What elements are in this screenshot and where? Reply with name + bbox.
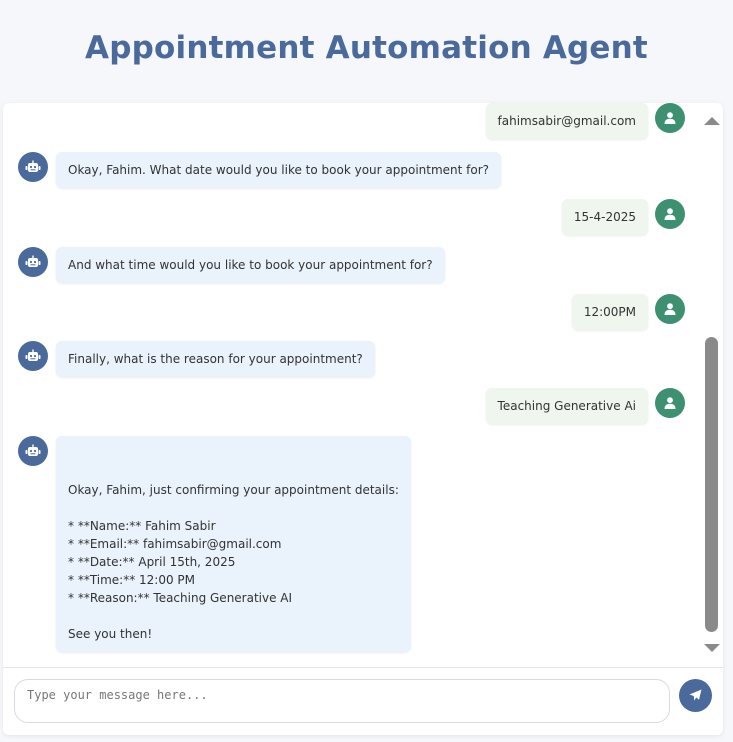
user-message-bubble: fahimsabir@gmail.com [485, 103, 648, 139]
bot-message: And what time would you like to book you… [18, 247, 445, 283]
bot-message: Finally, what is the reason for your app… [18, 341, 375, 377]
bot-message-bubble: Okay, Fahim. What date would you like to… [56, 152, 502, 188]
user-icon [664, 208, 676, 220]
user-message-bubble: 12:00PM [571, 294, 648, 330]
user-icon [664, 112, 676, 124]
bot-message-bubble: Finally, what is the reason for your app… [56, 341, 375, 377]
robot-icon [25, 160, 41, 172]
user-icon [664, 397, 676, 409]
bot-avatar [18, 436, 48, 466]
send-button[interactable] [679, 679, 712, 712]
bot-avatar [18, 341, 48, 371]
bot-message-bubble: Okay, Fahim, just confirming your appoin… [56, 436, 411, 652]
bot-message-bubble: And what time would you like to book you… [56, 247, 445, 283]
bot-message: Okay, Fahim, just confirming your appoin… [18, 436, 411, 652]
user-message-bubble: Teaching Generative Ai [485, 388, 648, 424]
user-message: 15-4-2025 [561, 199, 685, 235]
user-icon [664, 303, 676, 315]
paper-plane-icon [689, 689, 702, 701]
chat-container: fahimsabir@gmail.com Okay, Fahim. What d… [3, 103, 723, 735]
scroll-down-arrow-icon[interactable] [704, 644, 720, 652]
message-composer [3, 667, 723, 735]
user-avatar [655, 388, 685, 418]
page-title: Appointment Automation Agent [85, 30, 648, 66]
message-input[interactable] [14, 679, 670, 723]
user-message-bubble: 15-4-2025 [561, 199, 648, 235]
scroll-up-arrow-icon[interactable] [704, 117, 720, 125]
message-scrollbar[interactable] [701, 103, 723, 667]
robot-icon [25, 255, 41, 267]
user-avatar [655, 199, 685, 229]
robot-icon [25, 444, 41, 456]
user-avatar [655, 103, 685, 133]
user-message: 12:00PM [571, 294, 685, 330]
bot-avatar [18, 247, 48, 277]
robot-icon [25, 349, 41, 361]
user-avatar [655, 294, 685, 324]
user-message: fahimsabir@gmail.com [485, 103, 685, 139]
bot-avatar [18, 152, 48, 182]
user-message: Teaching Generative Ai [485, 388, 685, 424]
scrollbar-thumb[interactable] [705, 337, 718, 632]
message-list[interactable]: fahimsabir@gmail.com Okay, Fahim. What d… [3, 103, 701, 667]
bot-message: Okay, Fahim. What date would you like to… [18, 152, 502, 188]
